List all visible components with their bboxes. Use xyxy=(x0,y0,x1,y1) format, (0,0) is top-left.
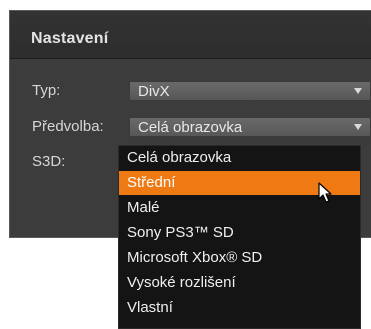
mouse-pointer-icon xyxy=(318,182,332,203)
preset-dropdown-list: Celá obrazovka Střední Malé Sony PS3™ SD… xyxy=(118,145,361,329)
option-vlastni[interactable]: Vlastní xyxy=(119,296,360,320)
type-select[interactable]: DivX xyxy=(129,81,371,101)
option-sony-ps3-sd[interactable]: Sony PS3™ SD xyxy=(119,221,360,245)
option-microsoft-xbox-sd[interactable]: Microsoft Xbox® SD xyxy=(119,246,360,270)
option-vysoke-rozliseni[interactable]: Vysoké rozlišení xyxy=(119,271,360,295)
type-label: Typ: xyxy=(32,82,61,99)
panel-header: Nastavení xyxy=(10,11,371,59)
chevron-down-icon xyxy=(354,88,362,94)
preset-select-value: Celá obrazovka xyxy=(138,119,243,136)
type-select-value: DivX xyxy=(138,83,170,100)
preset-select[interactable]: Celá obrazovka xyxy=(129,117,371,137)
chevron-down-icon xyxy=(354,124,362,130)
s3d-label: S3D: xyxy=(32,153,66,170)
preset-label: Předvolba: xyxy=(32,118,104,135)
panel-title: Nastavení xyxy=(31,30,109,47)
option-cela-obrazovka[interactable]: Celá obrazovka xyxy=(119,146,360,170)
